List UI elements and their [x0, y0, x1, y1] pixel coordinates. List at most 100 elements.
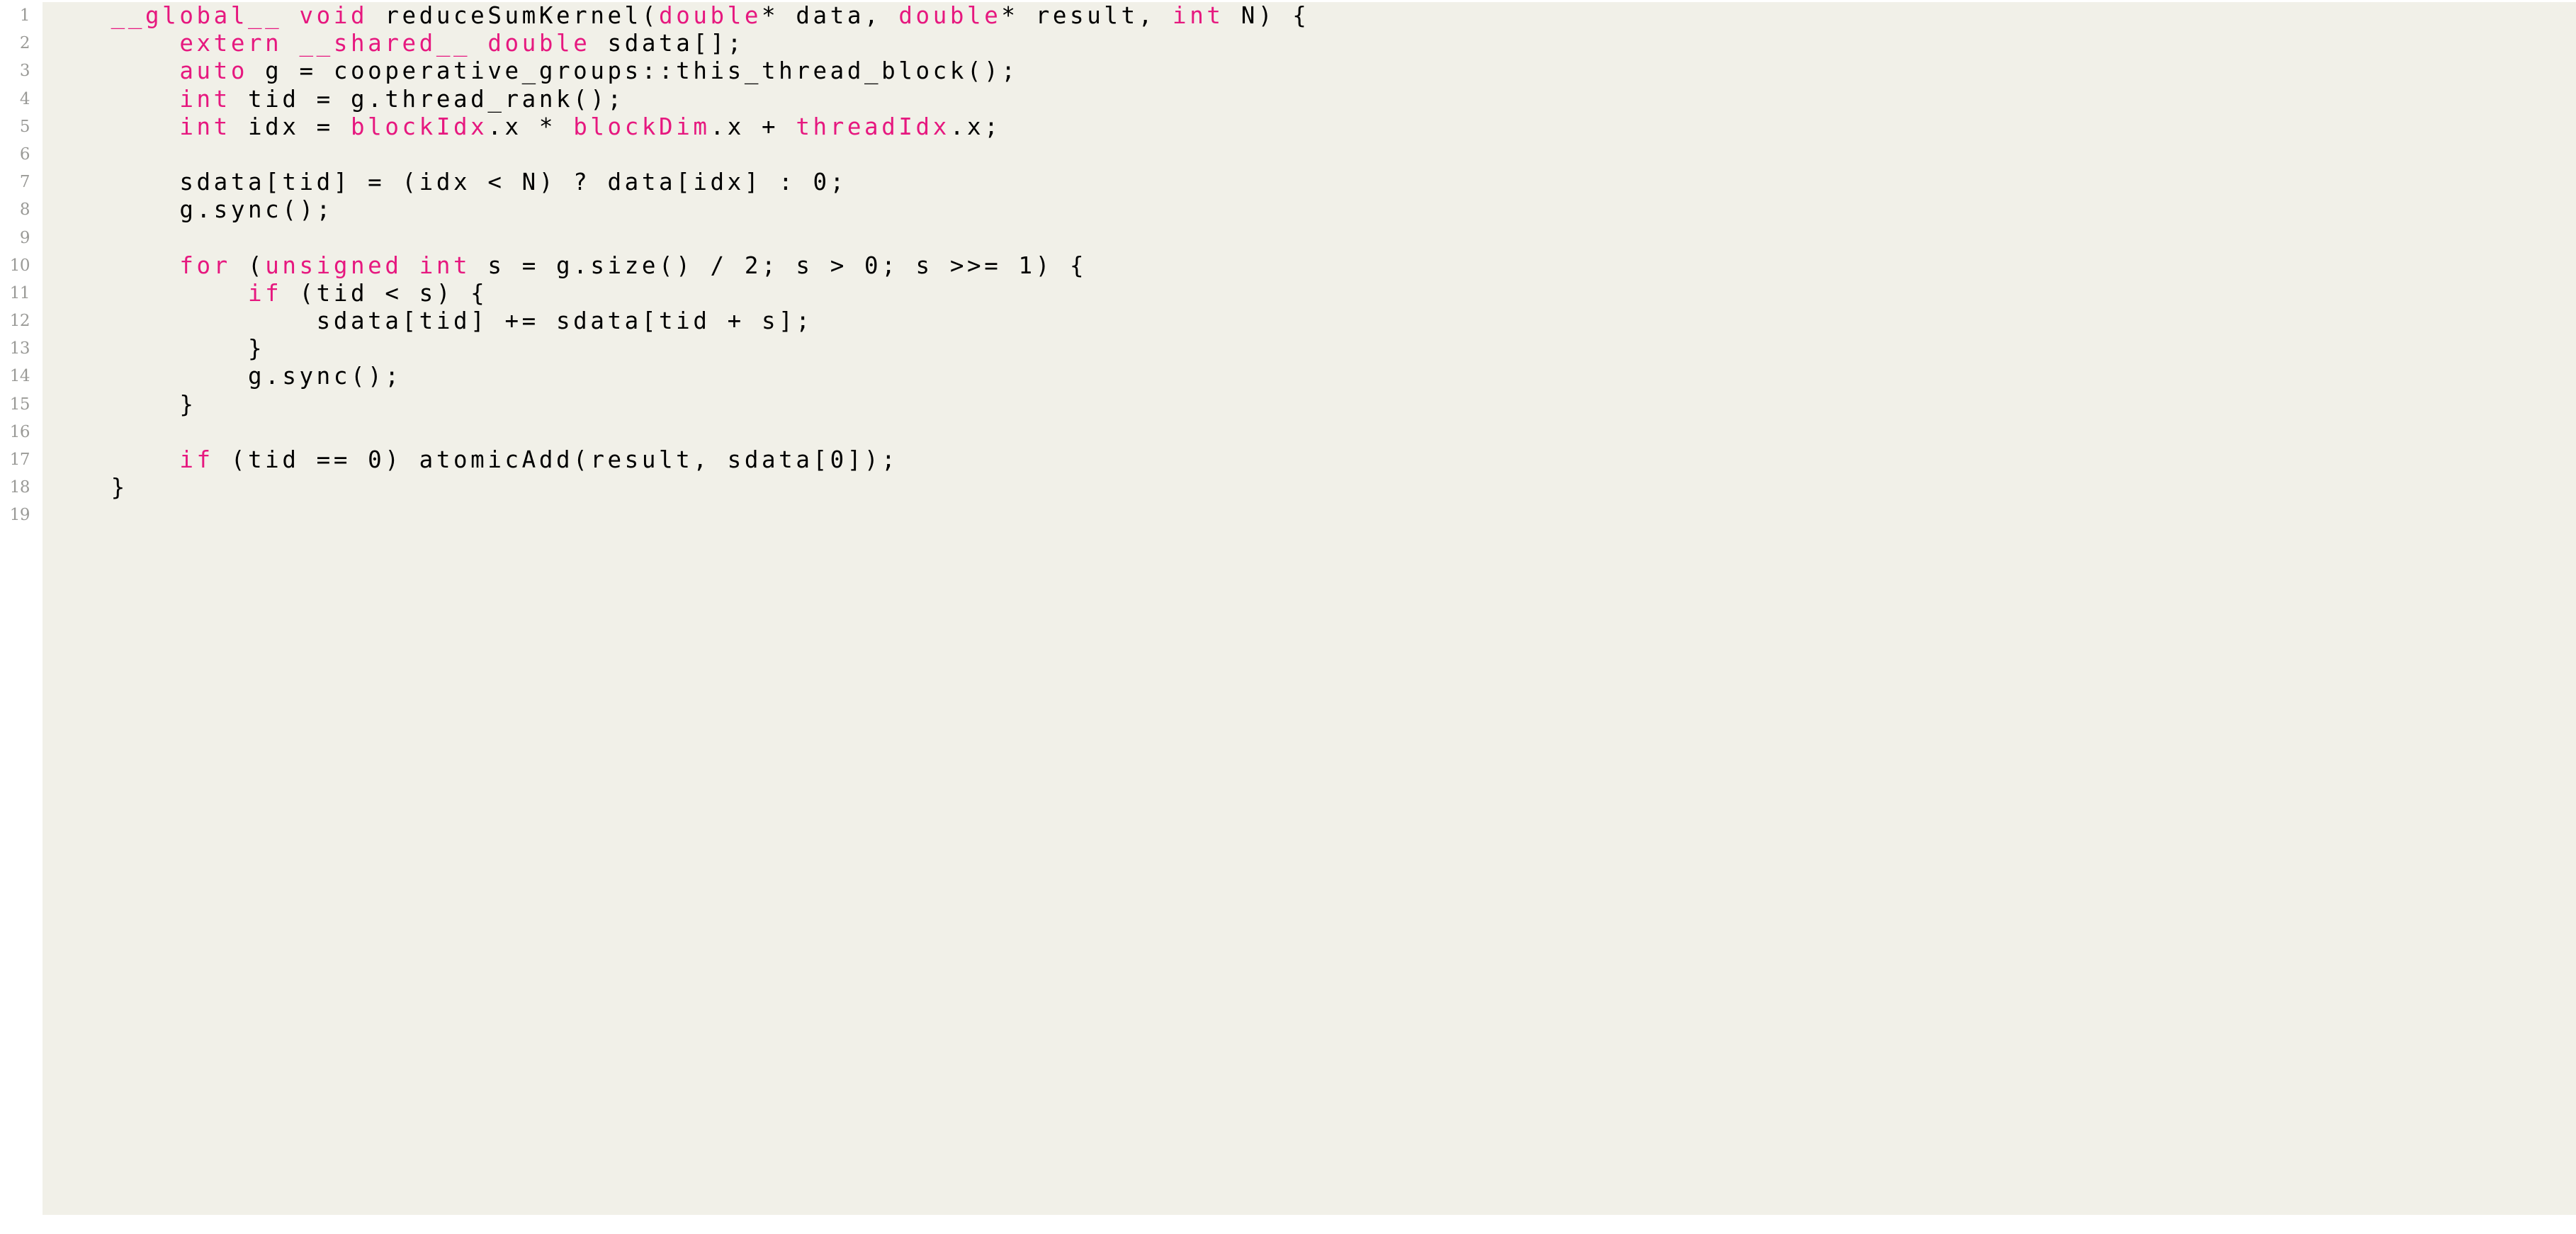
- code-keyword: int: [419, 251, 471, 279]
- code-text: g = cooperative_groups::this_thread_bloc…: [248, 57, 1019, 85]
- code-line: 13 }: [0, 335, 2576, 363]
- line-number: 18: [9, 478, 30, 497]
- code-line-text: if (tid < s) {: [43, 280, 487, 307]
- line-number: 7: [19, 173, 30, 192]
- code-text: (tid == 0) atomicAdd(result, sdata[0]);: [213, 446, 899, 473]
- line-number: 13: [9, 339, 30, 358]
- code-text: }: [43, 335, 266, 363]
- code-line: 2 extern __shared__ double sdata[];: [0, 30, 2576, 57]
- line-number: 6: [19, 145, 30, 164]
- code-keyword: double: [659, 2, 762, 29]
- code-text: sdata[tid] = (idx < N) ? data[idx] : 0;: [43, 169, 847, 196]
- code-keyword: blockDim: [573, 113, 711, 140]
- code-keyword: if: [248, 279, 283, 307]
- code-keyword: auto: [179, 57, 249, 85]
- code-line-text: g.sync();: [43, 363, 402, 390]
- code-text: .x *: [487, 113, 574, 140]
- code-line: 19: [0, 502, 2576, 529]
- code-text: (: [230, 251, 266, 279]
- line-number: 4: [19, 89, 30, 108]
- code-text: tid = g.thread_rank();: [230, 85, 625, 113]
- code-line: 18 }: [0, 474, 2576, 502]
- line-number: 15: [9, 395, 30, 414]
- line-number: 12: [9, 312, 30, 331]
- code-line: 5 int idx = blockIdx.x * blockDim.x + th…: [0, 113, 2576, 141]
- code-keyword: double: [898, 2, 1002, 29]
- code-keyword: __shared__: [299, 30, 471, 57]
- code-text: idx =: [230, 113, 351, 140]
- code-line-text: if (tid == 0) atomicAdd(result, sdata[0]…: [43, 446, 898, 474]
- line-number: 10: [9, 256, 30, 275]
- code-keyword: __global__: [111, 2, 283, 29]
- code-text: .x +: [710, 113, 796, 140]
- code-line-text: extern __shared__ double sdata[];: [43, 30, 745, 57]
- code-keyword: int: [1173, 2, 1224, 29]
- code-line-text: sdata[tid] = (idx < N) ? data[idx] : 0;: [43, 169, 847, 196]
- code-line-text: }: [43, 474, 128, 502]
- code-text: .x;: [949, 113, 1002, 140]
- code-line: 6: [0, 141, 2576, 169]
- code-text: * data,: [762, 2, 899, 29]
- code-text: }: [43, 474, 128, 502]
- line-number: 3: [19, 62, 30, 81]
- code-line-text: auto g = cooperative_groups::this_thread…: [43, 57, 1019, 85]
- line-number: 5: [19, 117, 30, 136]
- code-keyword: unsigned: [265, 251, 402, 279]
- code-line-text: }: [43, 335, 265, 363]
- code-keyword: void: [299, 2, 368, 29]
- code-line: 11 if (tid < s) {: [0, 280, 2576, 307]
- code-keyword: threadIdx: [796, 113, 950, 140]
- line-number: 19: [9, 506, 30, 525]
- code-text: sdata[];: [590, 30, 745, 57]
- line-number: 9: [19, 228, 30, 247]
- code-keyword: int: [179, 85, 231, 113]
- code-rows: 1 __global__ void reduceSumKernel(double…: [0, 2, 2576, 530]
- code-text: N) {: [1224, 2, 1310, 29]
- code-line: 3 auto g = cooperative_groups::this_thre…: [0, 57, 2576, 85]
- line-number: 16: [9, 422, 30, 441]
- line-number: 14: [9, 367, 30, 386]
- line-number: 8: [19, 200, 30, 220]
- code-keyword: double: [487, 30, 591, 57]
- code-keyword: for: [179, 251, 231, 279]
- line-number: 2: [19, 34, 30, 53]
- code-line-text: int tid = g.thread_rank();: [43, 86, 625, 113]
- code-keyword: extern: [179, 30, 283, 57]
- code-line: 16: [0, 419, 2576, 446]
- code-keyword: int: [179, 113, 231, 140]
- code-line: 8 g.sync();: [0, 196, 2576, 224]
- code-line-text: for (unsigned int s = g.size() / 2; s > …: [43, 252, 1087, 280]
- code-line: 10 for (unsigned int s = g.size() / 2; s…: [0, 252, 2576, 280]
- code-line-text: g.sync();: [43, 196, 334, 224]
- code-line: 15 }: [0, 391, 2576, 419]
- line-number: 17: [9, 451, 30, 469]
- code-line-text: }: [43, 391, 197, 419]
- line-number: 11: [9, 283, 30, 302]
- code-listing: 1 __global__ void reduceSumKernel(double…: [0, 0, 2576, 1234]
- code-line: 14 g.sync();: [0, 363, 2576, 390]
- code-text: g.sync();: [43, 196, 334, 224]
- code-text: }: [43, 390, 197, 418]
- code-keyword: blockIdx: [351, 113, 488, 140]
- code-text: sdata[tid] += sdata[tid + s];: [43, 307, 813, 335]
- code-line: 9: [0, 225, 2576, 252]
- code-text: s = g.size() / 2; s > 0; s >>= 1) {: [470, 251, 1088, 279]
- code-line-text: __global__ void reduceSumKernel(double* …: [43, 2, 1309, 30]
- code-line: 17 if (tid == 0) atomicAdd(result, sdata…: [0, 446, 2576, 474]
- code-line: 7 sdata[tid] = (idx < N) ? data[idx] : 0…: [0, 169, 2576, 196]
- code-text: g.sync();: [43, 363, 402, 390]
- code-line-text: sdata[tid] += sdata[tid + s];: [43, 307, 813, 335]
- code-line: 4 int tid = g.thread_rank();: [0, 86, 2576, 113]
- code-text: * result,: [1001, 2, 1173, 29]
